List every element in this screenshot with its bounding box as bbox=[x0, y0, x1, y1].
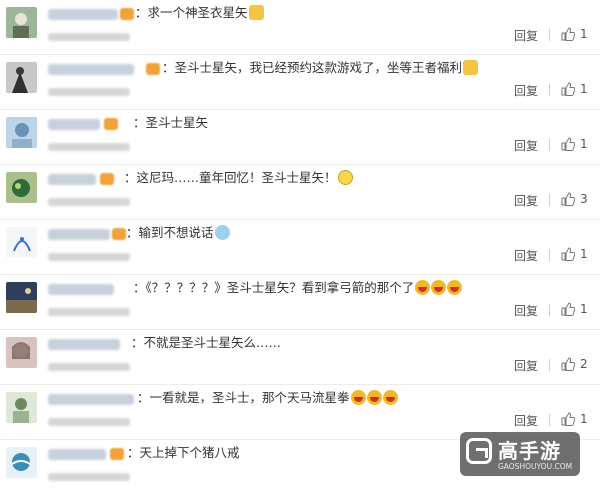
timestamp-blurred bbox=[48, 363, 130, 371]
grin-face-icon bbox=[382, 390, 398, 405]
divider bbox=[549, 194, 550, 206]
divider bbox=[549, 84, 550, 96]
avatar[interactable] bbox=[6, 117, 37, 148]
comment-text: ：圣斗士星矢，我已经预约这款游戏了，坐等王者福利 bbox=[162, 60, 479, 76]
like-count: 1 bbox=[580, 302, 588, 316]
vip-badge-icon bbox=[100, 173, 114, 185]
avatar[interactable] bbox=[6, 7, 37, 38]
avatar[interactable] bbox=[6, 337, 37, 368]
username-blurred[interactable] bbox=[48, 394, 134, 405]
divider bbox=[549, 139, 550, 151]
avatar[interactable] bbox=[6, 172, 37, 203]
like-thumb-icon[interactable] bbox=[561, 192, 575, 206]
reply-button[interactable]: 回复 bbox=[514, 192, 538, 209]
reply-button[interactable]: 回复 bbox=[514, 82, 538, 99]
comment-text: ：输到不想说话 bbox=[126, 225, 230, 241]
reply-button[interactable]: 回复 bbox=[514, 27, 538, 44]
reply-button[interactable]: 回复 bbox=[514, 412, 538, 429]
like-count: 1 bbox=[580, 412, 588, 426]
like-count: 1 bbox=[580, 247, 588, 261]
reply-button[interactable]: 回复 bbox=[514, 247, 538, 264]
comment-row: ：输到不想说话 回复 1 bbox=[0, 220, 600, 275]
watermark-title: 高手游 bbox=[498, 439, 561, 463]
avatar[interactable] bbox=[6, 392, 37, 423]
like-thumb-icon[interactable] bbox=[561, 412, 575, 426]
comment-row: ：不就是圣斗士星矢么…… 回复 2 bbox=[0, 330, 600, 385]
comment-row: ：《？？？？？》圣斗士星矢？看到拿弓箭的那个了 回复 1 bbox=[0, 275, 600, 330]
vip-badge-icon bbox=[120, 8, 134, 20]
comment-text: ：天上掉下个猪八戒 bbox=[127, 445, 240, 460]
divider bbox=[549, 249, 550, 261]
like-thumb-icon[interactable] bbox=[561, 302, 575, 316]
grin-face-icon bbox=[447, 280, 463, 295]
timestamp-blurred bbox=[48, 418, 130, 426]
avatar[interactable] bbox=[6, 62, 37, 93]
username-blurred[interactable] bbox=[48, 284, 114, 295]
reply-button[interactable]: 回复 bbox=[514, 302, 538, 319]
avatar[interactable] bbox=[6, 282, 37, 313]
timestamp-blurred bbox=[48, 253, 130, 261]
crying-face-icon bbox=[214, 225, 230, 240]
like-thumb-icon[interactable] bbox=[561, 82, 575, 96]
comment-text: ：一看就是，圣斗士，那个天马流星拳 bbox=[137, 390, 398, 406]
timestamp-blurred bbox=[48, 308, 130, 316]
comment-row: ：这尼玛……童年回忆！圣斗士星矢！ 回复 3 bbox=[0, 165, 600, 220]
like-count: 3 bbox=[580, 192, 588, 206]
comment-row: ：圣斗士星矢 回复 1 bbox=[0, 110, 600, 165]
like-thumb-icon[interactable] bbox=[561, 137, 575, 151]
grin-face-icon bbox=[415, 280, 431, 295]
avatar[interactable] bbox=[6, 227, 37, 258]
cat-face-icon bbox=[463, 60, 479, 75]
username-blurred[interactable] bbox=[48, 9, 118, 20]
timestamp-blurred bbox=[48, 88, 130, 96]
site-watermark: 高手游 GAOSHOUYOU.COM bbox=[460, 432, 580, 476]
comment-text: ：不就是圣斗士星矢么…… bbox=[131, 335, 282, 350]
grin-face-icon bbox=[366, 390, 382, 405]
divider bbox=[549, 359, 550, 371]
username-blurred[interactable] bbox=[48, 119, 100, 130]
avatar[interactable] bbox=[6, 447, 37, 478]
divider bbox=[549, 414, 550, 426]
watermark-url: GAOSHOUYOU.COM bbox=[498, 462, 573, 471]
divider bbox=[549, 29, 550, 41]
username-blurred[interactable] bbox=[48, 174, 96, 185]
reply-button[interactable]: 回复 bbox=[514, 357, 538, 374]
divider bbox=[549, 304, 550, 316]
grin-face-icon bbox=[350, 390, 366, 405]
comment-text: ：这尼玛……童年回忆！圣斗士星矢！ bbox=[124, 170, 353, 186]
like-count: 1 bbox=[580, 82, 588, 96]
like-thumb-icon[interactable] bbox=[561, 247, 575, 261]
comment-text: ：圣斗士星矢 bbox=[133, 115, 209, 130]
comment-text: ：求一个神圣衣星矢 bbox=[135, 5, 264, 21]
comment-text: ：《？？？？？》圣斗士星矢？看到拿弓箭的那个了 bbox=[133, 280, 463, 296]
like-count: 2 bbox=[580, 357, 588, 371]
timestamp-blurred bbox=[48, 473, 130, 481]
comment-row: ：圣斗士星矢，我已经预约这款游戏了，坐等王者福利 回复 1 bbox=[0, 55, 600, 110]
comment-row: ：求一个神圣衣星矢 回复 1 bbox=[0, 0, 600, 55]
sad-face-icon bbox=[337, 170, 353, 185]
username-blurred[interactable] bbox=[48, 229, 110, 240]
reply-button[interactable]: 回复 bbox=[514, 137, 538, 154]
timestamp-blurred bbox=[48, 143, 130, 151]
username-blurred[interactable] bbox=[48, 339, 120, 350]
timestamp-blurred bbox=[48, 33, 130, 41]
like-thumb-icon[interactable] bbox=[561, 27, 575, 41]
vip-badge-icon bbox=[146, 63, 160, 75]
timestamp-blurred bbox=[48, 198, 130, 206]
like-count: 1 bbox=[580, 137, 588, 151]
vip-badge-icon bbox=[104, 118, 118, 130]
like-thumb-icon[interactable] bbox=[561, 357, 575, 371]
like-count: 1 bbox=[580, 27, 588, 41]
cat-face-icon bbox=[248, 5, 264, 20]
logo-icon bbox=[466, 438, 492, 464]
username-blurred[interactable] bbox=[48, 449, 106, 460]
vip-badge-icon bbox=[112, 228, 126, 240]
username-blurred[interactable] bbox=[48, 64, 134, 75]
grin-face-icon bbox=[431, 280, 447, 295]
vip-badge-icon bbox=[110, 448, 124, 460]
